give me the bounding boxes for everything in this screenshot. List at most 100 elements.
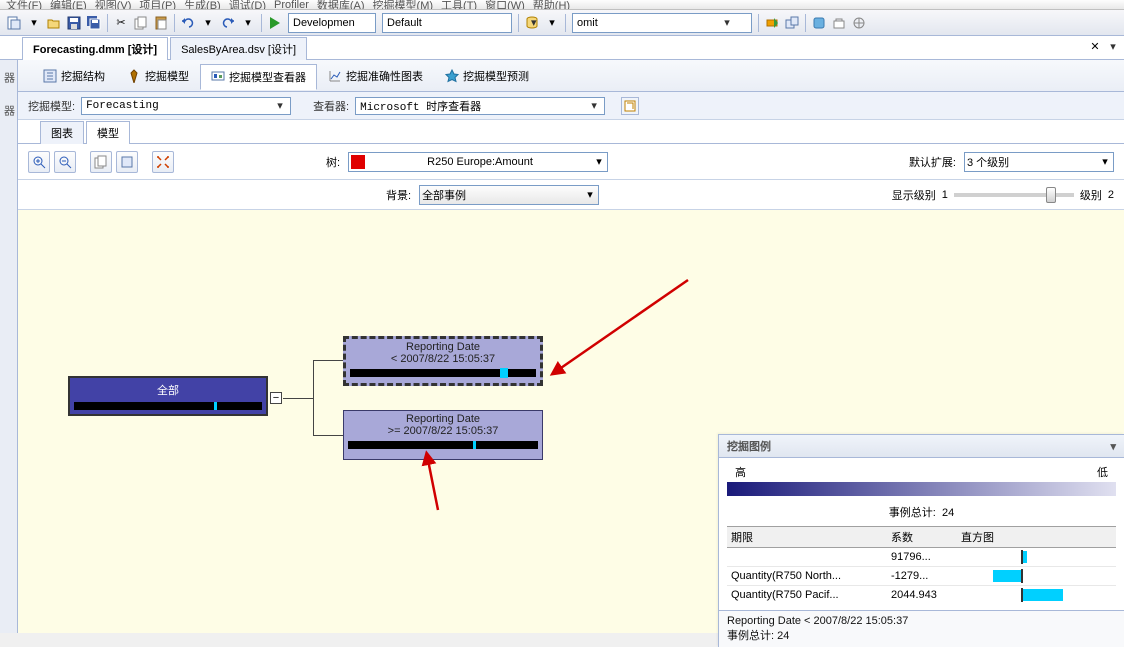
left-sidebar: 器 器	[0, 60, 18, 633]
chevron-down-icon[interactable]: ▾	[584, 188, 596, 201]
tree-node-root[interactable]: 全部	[68, 376, 268, 416]
tab-overflow-icon[interactable]: ▾	[1106, 40, 1120, 53]
legend-row[interactable]: 91796...	[727, 548, 1116, 567]
run-icon[interactable]	[265, 13, 285, 33]
menu-item[interactable]: 挖掘模型(M)	[373, 0, 434, 10]
new-project-icon[interactable]	[4, 13, 24, 33]
platform-combo[interactable]: ▾	[382, 13, 512, 33]
tab-mining-predict[interactable]: 挖掘模型预测	[434, 63, 540, 89]
legend-col-hist[interactable]: 直方图	[957, 527, 1116, 548]
level-max: 2	[1108, 189, 1114, 201]
copy-button[interactable]	[90, 151, 112, 173]
platform-value	[385, 15, 531, 31]
menu-item[interactable]: Profiler	[274, 0, 309, 10]
tool3-icon[interactable]	[849, 13, 869, 33]
save-icon[interactable]	[64, 13, 84, 33]
chevron-down-icon[interactable]: ▾	[1110, 440, 1116, 453]
legend-col-term[interactable]: 期限	[727, 527, 887, 548]
sub-tab-model[interactable]: 模型	[86, 121, 130, 144]
tree-node-child-2[interactable]: Reporting Date >= 2007/8/22 15:05:37	[343, 410, 543, 460]
deploy-icon[interactable]	[762, 13, 782, 33]
config-combo[interactable]: ▾	[288, 13, 376, 33]
viewer-value	[358, 99, 588, 113]
level-slider[interactable]	[954, 193, 1074, 197]
export-button[interactable]	[116, 151, 138, 173]
bg-value: 全部事例	[422, 187, 580, 203]
menu-item[interactable]: 文件(F)	[6, 0, 42, 10]
menu-item[interactable]: 窗口(W)	[485, 0, 525, 10]
node-condition: >= 2007/8/22 15:05:37	[344, 425, 542, 437]
sidebar-tab[interactable]: 器	[0, 101, 18, 120]
menu-item[interactable]: 项目(P)	[139, 0, 176, 10]
legend-footer-condition: Reporting Date < 2007/8/22 15:05:37	[727, 615, 1116, 627]
menu-item[interactable]: 数据库(A)	[317, 0, 365, 10]
menu-item[interactable]: 调试(D)	[229, 0, 266, 10]
menu-item[interactable]: 生成(B)	[184, 0, 221, 10]
close-icon[interactable]: ✕	[1088, 40, 1102, 53]
omit-combo[interactable]: ▾	[572, 13, 752, 33]
level-min: 1	[942, 189, 948, 201]
fit-button[interactable]	[152, 151, 174, 173]
doc-tab-forecasting[interactable]: Forecasting.dmm [设计]	[22, 37, 168, 60]
menu-item[interactable]: 工具(T)	[441, 0, 477, 10]
legend-low: 低	[1097, 464, 1108, 480]
menu-item[interactable]: 帮助(H)	[533, 0, 570, 10]
process-icon[interactable]	[782, 13, 802, 33]
default-expand-combo[interactable]: 3 个级别 ▾	[964, 152, 1114, 172]
cut-icon[interactable]: ✂	[111, 13, 131, 33]
tree-value: R250 Europe:Amount	[371, 156, 589, 168]
redo-dd-icon[interactable]: ▾	[238, 13, 258, 33]
zoom-out-button[interactable]	[54, 151, 76, 173]
tree-node-child-1[interactable]: Reporting Date < 2007/8/22 15:05:37	[343, 336, 543, 386]
tree-combo[interactable]: R250 Europe:Amount ▾	[348, 152, 608, 172]
controls-row: 树: R250 Europe:Amount ▾ 默认扩展: 3 个级别 ▾	[18, 144, 1124, 180]
chevron-down-icon[interactable]: ▾	[531, 16, 537, 29]
legend-total-label: 事例总计:	[889, 507, 936, 519]
tab-mining-viewer[interactable]: 挖掘模型查看器	[200, 64, 317, 90]
new-file-icon[interactable]: ▾	[24, 13, 44, 33]
redo-icon[interactable]	[218, 13, 238, 33]
legend-total: 24	[942, 507, 954, 519]
sub-tab-chart[interactable]: 图表	[40, 121, 84, 144]
undo-dd-icon[interactable]: ▾	[198, 13, 218, 33]
legend-footer-total: 事例总计: 24	[727, 627, 1116, 643]
tab-mining-accuracy[interactable]: 挖掘准确性图表	[317, 63, 434, 89]
level-max-label: 级别	[1080, 187, 1102, 203]
document-tabs: Forecasting.dmm [设计] SalesByArea.dsv [设计…	[0, 36, 1124, 60]
db-dd-icon[interactable]: ▾	[542, 13, 562, 33]
tool1-icon[interactable]	[809, 13, 829, 33]
refresh-button[interactable]	[621, 97, 639, 115]
viewer-combo[interactable]: ▾	[355, 97, 605, 115]
zoom-in-button[interactable]	[28, 151, 50, 173]
chevron-down-icon[interactable]: ▾	[593, 155, 605, 168]
menu-item[interactable]: 视图(V)	[95, 0, 132, 10]
chevron-down-icon[interactable]: ▾	[721, 16, 733, 29]
node-title: Reporting Date	[346, 339, 540, 353]
sidebar-tab[interactable]: 器	[0, 68, 18, 87]
chevron-down-icon[interactable]: ▾	[1099, 155, 1111, 168]
open-icon[interactable]	[44, 13, 64, 33]
paste-icon[interactable]	[151, 13, 171, 33]
save-all-icon[interactable]	[84, 13, 104, 33]
menu-item[interactable]: 编辑(E)	[50, 0, 87, 10]
legend-col-coef[interactable]: 系数	[887, 527, 957, 548]
copy-icon[interactable]	[131, 13, 151, 33]
expander-button[interactable]: −	[270, 392, 282, 404]
omit-value	[575, 15, 721, 31]
default-expand-label: 默认扩展:	[909, 154, 956, 170]
tab-mining-structure[interactable]: 挖掘结构	[32, 63, 116, 89]
model-combo[interactable]: ▾	[81, 97, 291, 115]
slider-thumb[interactable]	[1046, 187, 1056, 203]
background-row: 背景: 全部事例 ▾ 显示级别 1 级别 2	[18, 180, 1124, 210]
bg-combo[interactable]: 全部事例 ▾	[419, 185, 599, 205]
legend-row[interactable]: Quantity(R750 North... -1279...	[727, 567, 1116, 586]
tab-mining-model[interactable]: 挖掘模型	[116, 63, 200, 89]
chevron-down-icon[interactable]: ▾	[274, 99, 286, 112]
viewer-label: 查看器:	[313, 98, 349, 114]
tool2-icon[interactable]	[829, 13, 849, 33]
legend-row[interactable]: Quantity(R750 Pacif... 2044.943	[727, 586, 1116, 605]
node-title: Reporting Date	[344, 411, 542, 425]
undo-icon[interactable]	[178, 13, 198, 33]
doc-tab-salesbyarea[interactable]: SalesByArea.dsv [设计]	[170, 37, 307, 60]
chevron-down-icon[interactable]: ▾	[588, 99, 600, 112]
